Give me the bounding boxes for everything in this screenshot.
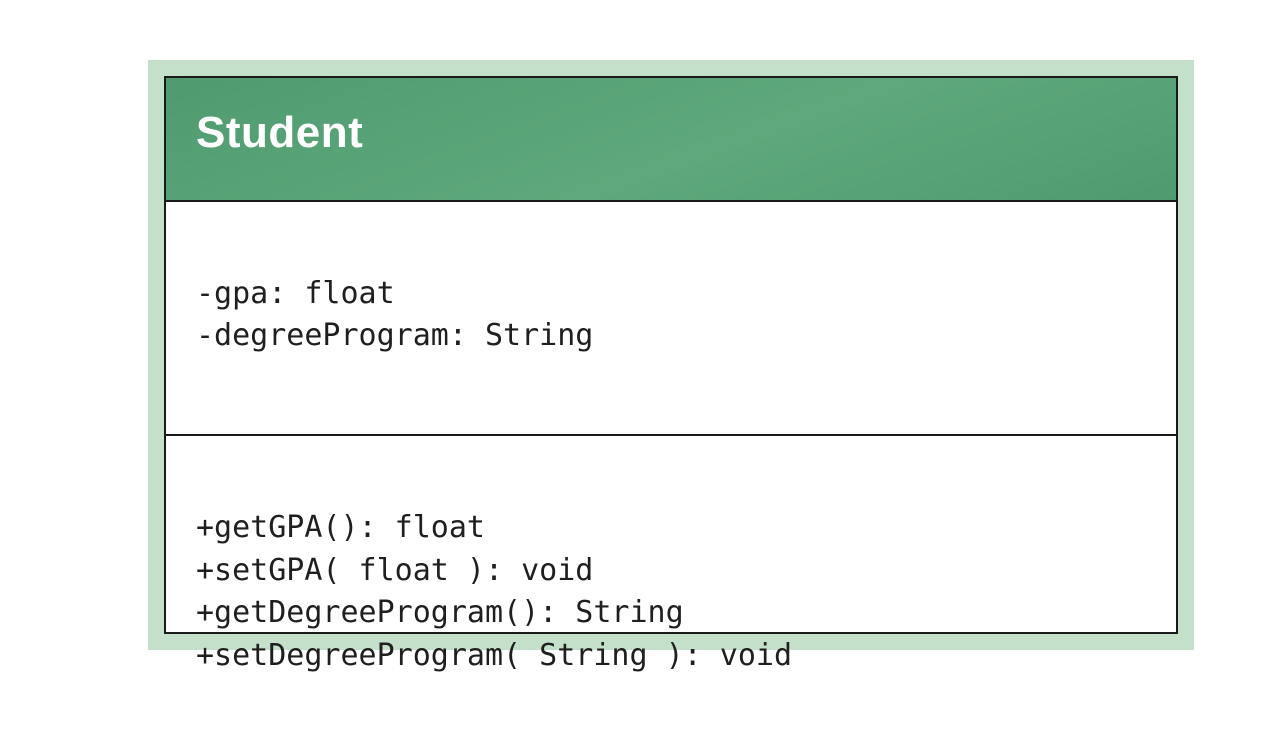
uml-outer-frame: Student -gpa: float -degreeProgram: Stri… <box>148 60 1194 650</box>
uml-attribute: -degreeProgram: String <box>196 318 593 353</box>
uml-methods-section: +getGPA(): float +setGPA( float ): void … <box>166 436 1176 754</box>
canvas: Student -gpa: float -degreeProgram: Stri… <box>0 0 1280 720</box>
uml-attributes-section: -gpa: float -degreeProgram: String <box>166 202 1176 434</box>
uml-method: +setGPA( float ): void <box>196 553 593 588</box>
uml-class-box: Student -gpa: float -degreeProgram: Stri… <box>164 76 1178 634</box>
uml-attribute: -gpa: float <box>196 276 395 311</box>
uml-method: +getDegreeProgram(): String <box>196 595 684 630</box>
uml-class-header: Student <box>166 78 1176 202</box>
uml-class-name: Student <box>196 108 1146 158</box>
uml-method: +setDegreeProgram( String ): void <box>196 638 792 673</box>
uml-method: +getGPA(): float <box>196 510 485 545</box>
